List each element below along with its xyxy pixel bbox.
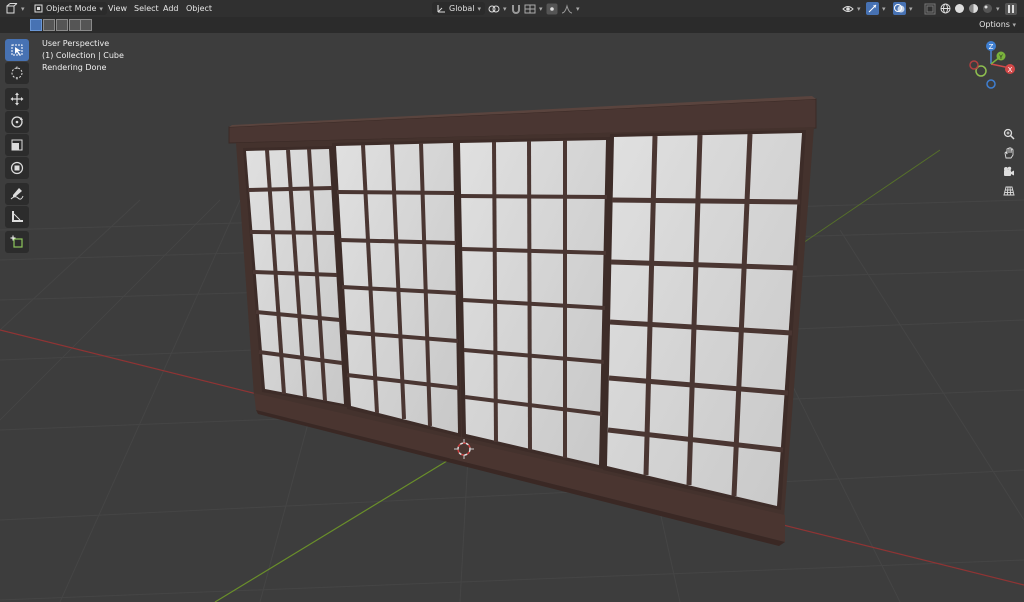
gizmo-z-label: Z xyxy=(989,43,994,51)
gizmo-dropdown[interactable]: ▾ xyxy=(866,2,886,15)
3d-viewport-icon xyxy=(6,3,18,14)
chevron-down-icon: ▾ xyxy=(21,4,25,13)
rendered-shading-icon[interactable] xyxy=(982,3,993,14)
select-extend-icon[interactable] xyxy=(43,19,55,31)
falloff-dropdown[interactable]: ▾ xyxy=(561,2,580,15)
select-box-icon[interactable] xyxy=(5,39,29,61)
chevron-down-icon: ▾ xyxy=(477,4,482,13)
gizmo-neg-z[interactable] xyxy=(986,79,996,89)
overlay-toggle-icon xyxy=(893,2,906,15)
collection-info: (1) Collection | Cube xyxy=(42,51,124,60)
render-status: Rendering Done xyxy=(42,63,107,72)
wireframe-shading-icon[interactable] xyxy=(940,3,951,14)
camera-icon[interactable] xyxy=(1000,163,1018,181)
object-mode-icon xyxy=(34,4,43,13)
menu-select[interactable]: Select xyxy=(134,2,159,15)
xray-icon xyxy=(924,3,936,14)
annotate-icon[interactable] xyxy=(5,183,29,205)
mode-label: Object Mode xyxy=(46,4,97,13)
pause-icon xyxy=(1005,2,1017,15)
scale-icon[interactable] xyxy=(5,134,29,156)
shoji-panel-4 xyxy=(603,130,806,510)
rotate-icon[interactable] xyxy=(5,111,29,133)
xray-toggle[interactable] xyxy=(924,2,936,15)
select-new-icon[interactable] xyxy=(30,19,42,31)
chevron-down-icon: ▾ xyxy=(857,4,861,13)
material-shading-icon[interactable] xyxy=(968,3,979,14)
menu-view[interactable]: View xyxy=(108,2,127,15)
transform-icon[interactable] xyxy=(5,157,29,179)
view-name: User Perspective xyxy=(42,39,110,48)
move-icon[interactable] xyxy=(5,88,29,110)
overlay-dropdown[interactable]: ▾ xyxy=(893,2,913,15)
chevron-down-icon: ▾ xyxy=(909,4,913,13)
orientation-icon xyxy=(437,4,445,12)
pivot-icon xyxy=(488,5,500,12)
solid-shading-icon[interactable] xyxy=(954,3,965,14)
navigation-gizmo[interactable]: Z Y X xyxy=(965,38,1024,98)
measure-icon[interactable] xyxy=(5,206,29,228)
snap-grid-icon xyxy=(524,4,536,13)
chevron-down-icon: ▾ xyxy=(503,4,507,13)
tool-settings-bar xyxy=(0,17,1024,33)
magnet-icon xyxy=(512,4,520,14)
falloff-curve-icon xyxy=(561,3,573,13)
add-cube-icon[interactable] xyxy=(5,231,29,253)
pan-hand-icon[interactable] xyxy=(1000,144,1018,162)
y-axis-line xyxy=(214,449,466,602)
sidebar-toggle[interactable] xyxy=(1005,2,1017,15)
visibility-dropdown[interactable]: ▾ xyxy=(842,2,861,15)
chevron-down-icon: ▾ xyxy=(1012,21,1016,29)
orientation-label: Global xyxy=(449,4,475,13)
shoji-model[interactable] xyxy=(228,96,817,546)
3d-viewport[interactable]: Z Y X xyxy=(0,33,1024,602)
mode-dropdown[interactable]: Object Mode ▾ xyxy=(30,2,107,15)
gizmo-y-label: Y xyxy=(998,54,1003,61)
select-intersect-icon[interactable] xyxy=(80,19,92,31)
gizmo-toggle-icon xyxy=(866,2,879,15)
options-label: Options xyxy=(979,20,1010,29)
viewport-header: ▾ Object Mode ▾ View Select Add Object G… xyxy=(0,0,1024,17)
chevron-down-icon: ▾ xyxy=(539,4,543,13)
snap-toggle[interactable] xyxy=(510,2,522,15)
orientation-dropdown[interactable]: Global ▾ xyxy=(432,2,486,15)
menu-add[interactable]: Add xyxy=(163,2,179,15)
y-axis-line-far xyxy=(799,149,941,246)
zoom-icon[interactable] xyxy=(1000,125,1018,143)
chevron-down-icon: ▾ xyxy=(99,4,103,13)
shading-modes[interactable]: ▾ xyxy=(940,2,1000,15)
select-subtract-icon[interactable] xyxy=(56,19,68,31)
viewport-info: User Perspective (1) Collection | Cube R… xyxy=(42,38,124,74)
chevron-down-icon: ▾ xyxy=(882,4,886,13)
shoji-panel-3 xyxy=(456,137,610,469)
chevron-down-icon: ▾ xyxy=(576,4,580,13)
proportional-edit-icon xyxy=(546,3,558,14)
options-dropdown[interactable]: Options ▾ xyxy=(975,19,1020,31)
gizmo-x-label: X xyxy=(1008,66,1013,74)
grid-perspective-icon[interactable] xyxy=(1000,182,1018,200)
pivot-dropdown[interactable]: ▾ xyxy=(488,2,507,15)
cursor-icon[interactable] xyxy=(5,62,29,84)
proportional-edit-toggle[interactable] xyxy=(546,2,558,15)
eye-icon xyxy=(842,5,854,12)
editor-type-button[interactable]: ▾ xyxy=(6,2,25,15)
menu-object[interactable]: Object xyxy=(186,2,212,15)
scene-canvas[interactable] xyxy=(0,33,1024,602)
gizmo-neg-x[interactable] xyxy=(969,60,979,70)
chevron-down-icon: ▾ xyxy=(996,4,1000,13)
snap-target-dropdown[interactable]: ▾ xyxy=(524,2,543,15)
shoji-panel-2 xyxy=(332,140,461,437)
